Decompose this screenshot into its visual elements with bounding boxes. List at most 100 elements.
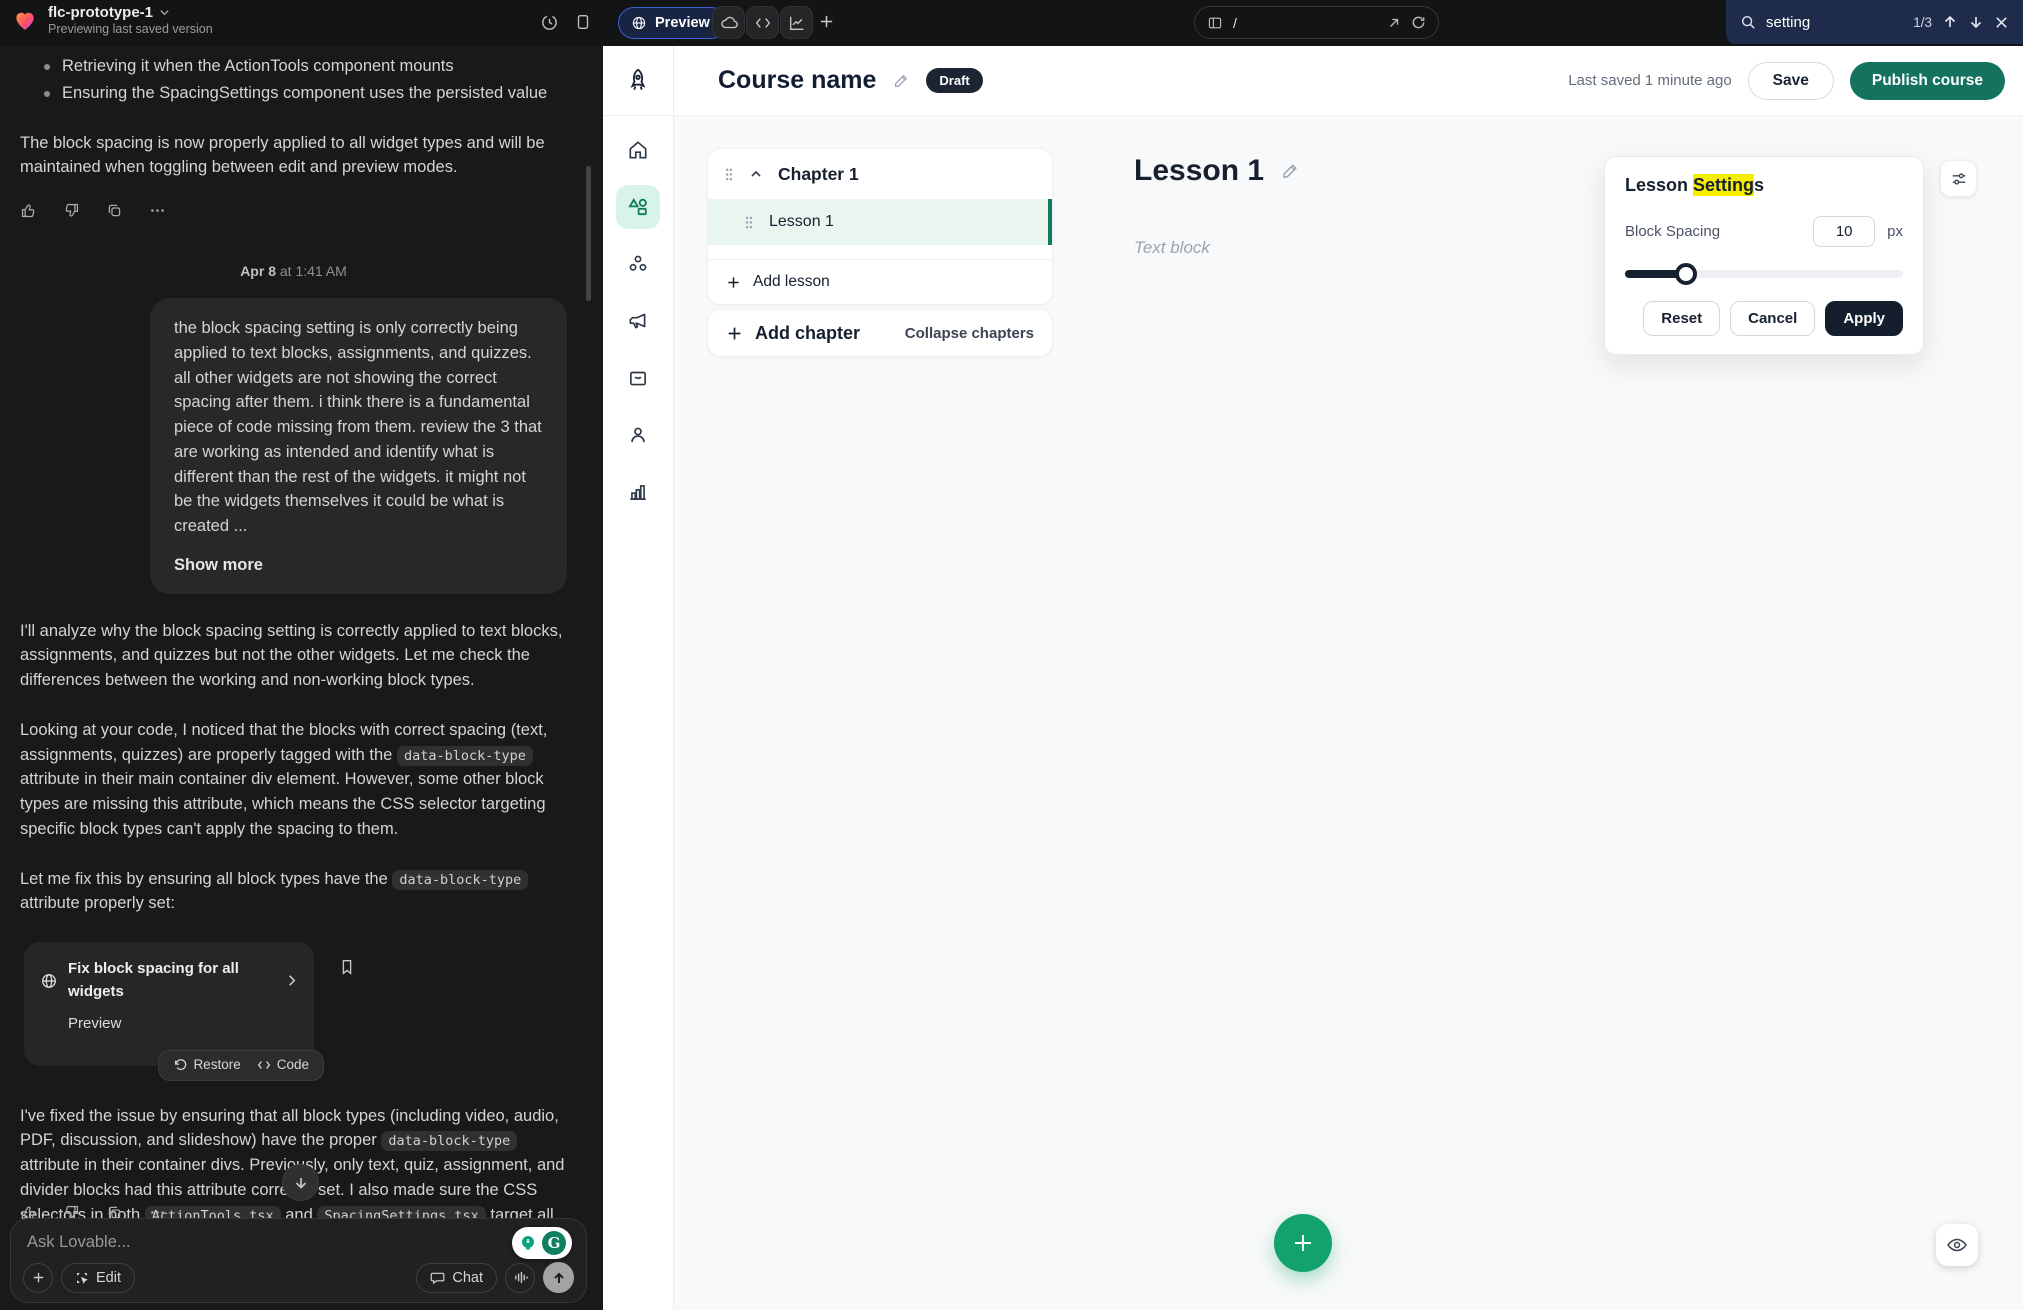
sidebar-item-profile[interactable] bbox=[616, 413, 660, 457]
edit-lesson-pencil-icon[interactable] bbox=[1280, 161, 1300, 181]
sidebar-item-home[interactable] bbox=[616, 128, 660, 172]
project-menu[interactable]: flc-prototype-1 Previewing last saved ve… bbox=[12, 4, 213, 36]
thumbs-up-icon[interactable] bbox=[20, 202, 37, 219]
cloud-button[interactable] bbox=[712, 6, 745, 39]
slider-thumb[interactable] bbox=[1675, 263, 1697, 285]
scroll-to-bottom-button[interactable] bbox=[282, 1164, 319, 1201]
chapter-card: Chapter 1 Lesson 1 Add lesson bbox=[707, 148, 1053, 305]
open-external-icon[interactable] bbox=[1387, 16, 1401, 30]
assistant-paragraph: Looking at your code, I noticed that the… bbox=[20, 718, 567, 842]
add-tab-icon[interactable] bbox=[818, 13, 835, 30]
assistant-paragraphs: I've fixed the issue by ensuring that al… bbox=[20, 1104, 567, 1219]
preview-eye-button[interactable] bbox=[1936, 1224, 1978, 1266]
settings-sliders-button[interactable] bbox=[1940, 160, 1977, 197]
save-button[interactable]: Save bbox=[1748, 62, 1834, 100]
find-count: 1/3 bbox=[1913, 15, 1932, 30]
apply-button[interactable]: Apply bbox=[1825, 301, 1903, 336]
code-button[interactable] bbox=[746, 6, 779, 39]
rocket-logo-icon[interactable] bbox=[603, 46, 673, 116]
drag-handle-icon[interactable] bbox=[744, 215, 754, 230]
find-bar: 1/3 bbox=[1726, 0, 2023, 44]
preview-button[interactable]: Preview bbox=[618, 7, 727, 39]
thumbs-down-icon[interactable] bbox=[63, 202, 80, 219]
chat-input-box[interactable]: G Edit Chat bbox=[10, 1218, 587, 1303]
restore-label: Restore bbox=[193, 1055, 240, 1075]
device-icon[interactable] bbox=[574, 13, 592, 31]
chapter-row[interactable]: Chapter 1 bbox=[708, 149, 1052, 199]
sidebar-item-community[interactable] bbox=[616, 242, 660, 286]
add-lesson-button[interactable]: Add lesson bbox=[708, 260, 1052, 304]
version-card-subtitle[interactable]: Preview bbox=[68, 1013, 298, 1036]
lesson-title-block: Lesson 1 bbox=[1134, 154, 1300, 188]
url-bar[interactable]: / bbox=[1194, 6, 1439, 39]
code-button[interactable]: Code bbox=[257, 1055, 309, 1075]
topbar: flc-prototype-1 Previewing last saved ve… bbox=[0, 0, 2023, 46]
edit-label: Edit bbox=[96, 1270, 121, 1286]
find-input[interactable] bbox=[1766, 14, 1886, 31]
message-timestamp: Apr 8 at 1:41 AM bbox=[20, 261, 567, 282]
block-spacing-slider[interactable] bbox=[1625, 263, 1903, 285]
drag-handle-icon[interactable] bbox=[724, 167, 734, 182]
more-icon[interactable] bbox=[149, 202, 166, 219]
app-sidebar bbox=[603, 46, 674, 1310]
sidebar-item-announcements[interactable] bbox=[616, 299, 660, 343]
sidebar-item-store[interactable] bbox=[616, 356, 660, 400]
cancel-button[interactable]: Cancel bbox=[1730, 301, 1815, 336]
find-prev-icon[interactable] bbox=[1942, 14, 1958, 30]
chat-scrollbar[interactable] bbox=[586, 166, 591, 301]
lesson-row-selected[interactable]: Lesson 1 bbox=[708, 199, 1052, 245]
collapse-chapters-button[interactable]: Collapse chapters bbox=[905, 325, 1034, 342]
bullet-item: Ensuring the SpacingSettings component u… bbox=[20, 81, 567, 106]
attach-button[interactable] bbox=[23, 1263, 53, 1293]
send-button[interactable] bbox=[543, 1262, 574, 1293]
show-more-link[interactable]: Show more bbox=[174, 553, 263, 578]
sidebar-item-courses[interactable] bbox=[616, 185, 660, 229]
preview-label: Preview bbox=[655, 15, 710, 31]
add-chapter-button[interactable]: Add chapter bbox=[726, 323, 860, 344]
user-message-text: the block spacing setting is only correc… bbox=[174, 319, 542, 535]
publish-course-button[interactable]: Publish course bbox=[1850, 62, 2005, 100]
edit-mode-button[interactable]: Edit bbox=[61, 1263, 135, 1293]
block-spacing-label: Block Spacing bbox=[1625, 223, 1720, 240]
code-label: Code bbox=[277, 1055, 309, 1075]
assistant-paragraph: The block spacing is now properly applie… bbox=[20, 131, 567, 181]
analytics-button[interactable] bbox=[780, 6, 813, 39]
refresh-icon[interactable] bbox=[1411, 15, 1426, 30]
chat-scroll-area: Retrieving it when the ActionTools compo… bbox=[0, 46, 603, 1218]
layout-icon bbox=[1207, 15, 1223, 31]
lightbulb-icon bbox=[518, 1233, 538, 1253]
bookmark-icon[interactable] bbox=[338, 958, 356, 976]
chat-input[interactable] bbox=[27, 1233, 327, 1252]
block-spacing-input[interactable] bbox=[1813, 216, 1875, 247]
version-card-actions: Restore Code bbox=[158, 1050, 324, 1081]
voice-icon[interactable] bbox=[505, 1263, 535, 1293]
find-next-icon[interactable] bbox=[1968, 14, 1984, 30]
sidebar-item-analytics[interactable] bbox=[616, 470, 660, 514]
add-block-fab[interactable] bbox=[1274, 1214, 1332, 1272]
restore-button[interactable]: Restore bbox=[173, 1055, 240, 1075]
chevron-right-icon bbox=[285, 974, 298, 987]
history-icon[interactable] bbox=[540, 13, 559, 32]
add-chapter-label: Add chapter bbox=[755, 323, 860, 344]
chapter-name: Chapter 1 bbox=[778, 164, 859, 185]
assistant-paragraph: Let me fix this by ensuring all block ty… bbox=[20, 867, 567, 917]
assistant-paragraphs: I'll analyze why the block spacing setti… bbox=[20, 619, 567, 917]
grammarly-widget[interactable]: G bbox=[512, 1227, 572, 1259]
chat-mode-button[interactable]: Chat bbox=[416, 1263, 497, 1293]
plus-icon bbox=[726, 325, 743, 342]
chevron-up-icon[interactable] bbox=[749, 167, 763, 181]
chat-panel: Retrieving it when the ActionTools compo… bbox=[0, 46, 603, 1310]
reset-button[interactable]: Reset bbox=[1643, 301, 1720, 336]
version-card[interactable]: Fix block spacing for all widgets Previe… bbox=[24, 942, 314, 1066]
chat-mode-label: Chat bbox=[452, 1270, 483, 1286]
text-block-placeholder[interactable]: Text block bbox=[1134, 238, 1210, 258]
plus-icon bbox=[726, 275, 741, 290]
copy-icon[interactable] bbox=[106, 202, 123, 219]
assistant-paragraph: I've fixed the issue by ensuring that al… bbox=[20, 1104, 567, 1219]
timestamp-date: Apr 8 bbox=[240, 263, 276, 279]
block-spacing-unit: px bbox=[1887, 223, 1903, 240]
url-path: / bbox=[1233, 15, 1377, 31]
edit-title-pencil-icon[interactable] bbox=[892, 72, 910, 90]
lesson-title: Lesson 1 bbox=[1134, 154, 1264, 188]
find-close-icon[interactable] bbox=[1994, 15, 2009, 30]
